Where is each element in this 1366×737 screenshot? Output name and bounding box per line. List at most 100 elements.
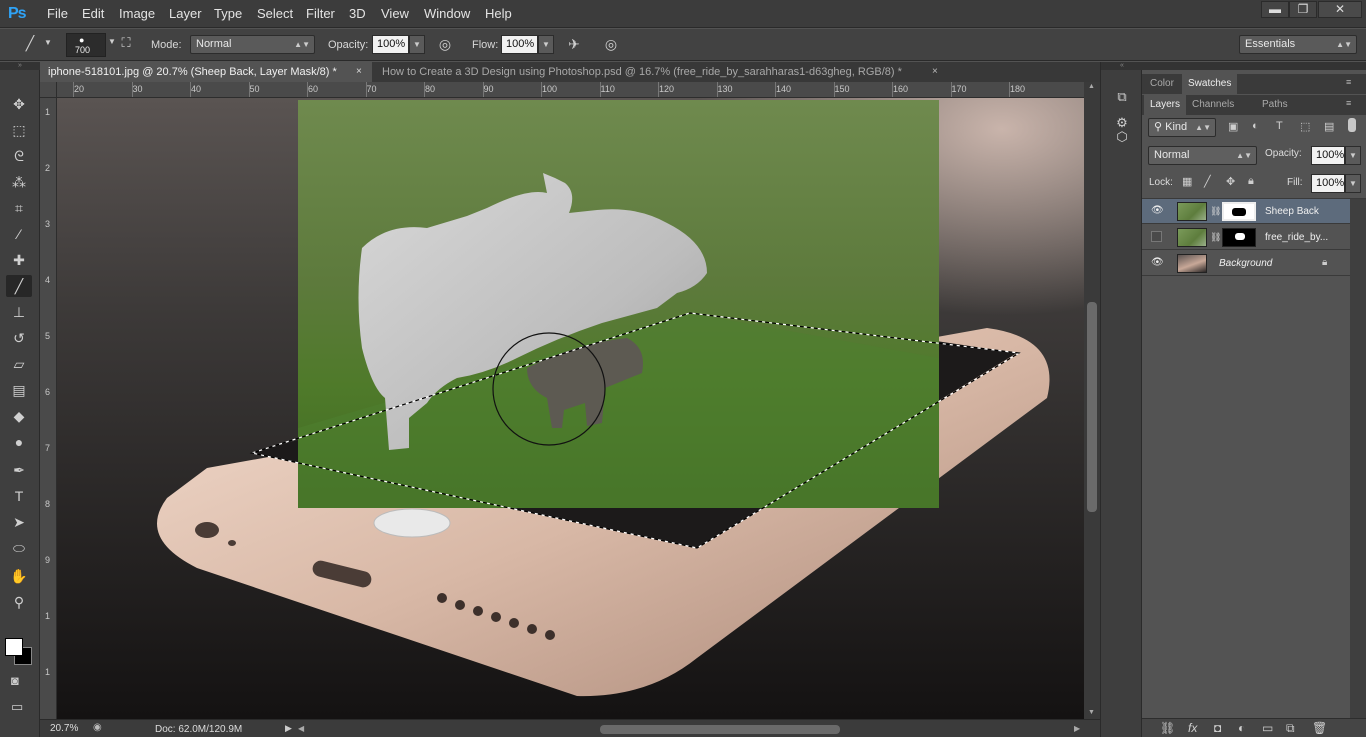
layers-scrollbar[interactable] bbox=[1350, 199, 1366, 718]
crop-tool-icon[interactable]: ⌗ bbox=[6, 197, 32, 219]
filter-smart-object-icon[interactable]: ▤ bbox=[1324, 120, 1334, 133]
brush-preset-icon[interactable]: ╱ bbox=[20, 35, 40, 52]
layer-blend-mode-dropdown[interactable]: Normal ▲▼ bbox=[1148, 146, 1257, 165]
toolbox-collapse-icon[interactable]: » bbox=[0, 62, 40, 70]
history-brush-tool-icon[interactable]: ↺ bbox=[6, 327, 32, 349]
minimize-button[interactable]: ▬ bbox=[1261, 1, 1289, 18]
workspace-dropdown[interactable]: Essentials ▲▼ bbox=[1239, 35, 1357, 54]
menu-type[interactable]: Type bbox=[214, 6, 242, 21]
add-mask-icon[interactable]: ◘ bbox=[1214, 721, 1221, 735]
layer-mask-thumbnail[interactable] bbox=[1222, 202, 1256, 221]
new-layer-icon[interactable]: ⧉ bbox=[1286, 721, 1295, 736]
filter-toggle[interactable] bbox=[1348, 118, 1356, 132]
zoom-level[interactable]: 20.7% bbox=[50, 723, 78, 734]
screen-mode-icon[interactable]: ▭ bbox=[11, 699, 23, 715]
lasso-tool-icon[interactable]: ᘓ bbox=[6, 145, 32, 167]
close-tab-icon[interactable]: × bbox=[932, 62, 938, 82]
filter-shape-icon[interactable]: ⬚ bbox=[1300, 120, 1310, 133]
panel-menu-icon[interactable]: ≡ bbox=[1346, 98, 1351, 108]
layer-opacity-dropdown-button[interactable]: ▼ bbox=[1345, 146, 1361, 165]
ellipse-tool-icon[interactable]: ⬭ bbox=[6, 537, 32, 559]
dock-collapse-icon[interactable]: « bbox=[1101, 62, 1143, 70]
menu-window[interactable]: Window bbox=[424, 6, 470, 21]
airbrush-icon[interactable]: ✈ bbox=[565, 36, 583, 53]
tab-layers[interactable]: Layers bbox=[1144, 95, 1187, 115]
flow-dropdown-button[interactable]: ▼ bbox=[538, 35, 554, 54]
flow-field[interactable]: 100% bbox=[501, 35, 538, 54]
menu-file[interactable]: File bbox=[47, 6, 68, 21]
scroll-down-icon[interactable]: ▼ bbox=[1088, 709, 1095, 716]
tab-channels[interactable]: Channels bbox=[1186, 95, 1240, 115]
lock-transparent-icon[interactable]: ▦ bbox=[1182, 175, 1192, 188]
opacity-dropdown-button[interactable]: ▼ bbox=[409, 35, 425, 54]
path-select-tool-icon[interactable]: ➤ bbox=[6, 511, 32, 533]
filter-pixel-icon[interactable]: ▣ bbox=[1228, 120, 1238, 133]
filter-type-icon[interactable]: T bbox=[1276, 120, 1283, 132]
vertical-scrollbar[interactable]: ▲ ▼ bbox=[1084, 82, 1100, 719]
document-canvas[interactable] bbox=[57, 98, 1084, 719]
chevron-down-icon[interactable]: ▼ bbox=[108, 37, 116, 46]
fill-dropdown-button[interactable]: ▼ bbox=[1345, 174, 1361, 193]
type-tool-icon[interactable]: T bbox=[6, 485, 32, 507]
layer-name[interactable]: free_ride_by... bbox=[1265, 232, 1328, 243]
lock-pixels-icon[interactable]: ╱ bbox=[1204, 175, 1211, 188]
trash-icon[interactable]: 🗑︎ bbox=[1312, 721, 1327, 735]
marquee-tool-icon[interactable]: ⬚ bbox=[6, 119, 32, 141]
eraser-tool-icon[interactable]: ▱ bbox=[6, 353, 32, 375]
dodge-tool-icon[interactable]: ● bbox=[6, 431, 32, 453]
opacity-field[interactable]: 100% bbox=[372, 35, 409, 54]
menu-3d[interactable]: 3D bbox=[349, 6, 366, 21]
layer-row-free-ride[interactable]: ⛓ free_ride_by... bbox=[1142, 225, 1350, 250]
layer-row-sheep-back[interactable]: 👁︎ ⛓ Sheep Back bbox=[1142, 199, 1350, 224]
chevron-down-icon[interactable]: ▼ bbox=[44, 38, 52, 47]
close-window-button[interactable]: ✕ bbox=[1318, 1, 1362, 18]
tab-3d-design-document[interactable]: How to Create a 3D Design using Photosho… bbox=[374, 62, 946, 82]
menu-edit[interactable]: Edit bbox=[82, 6, 104, 21]
vertical-scroll-thumb[interactable] bbox=[1087, 302, 1097, 512]
menu-select[interactable]: Select bbox=[257, 6, 293, 21]
lock-position-icon[interactable]: ✥ bbox=[1226, 175, 1235, 188]
adjustment-layer-icon[interactable]: ◐ bbox=[1238, 721, 1245, 735]
menu-layer[interactable]: Layer bbox=[169, 6, 202, 21]
tab-paths[interactable]: Paths bbox=[1256, 95, 1294, 115]
pressure-size-icon[interactable]: ◎ bbox=[602, 36, 620, 53]
layer-filter-dropdown[interactable]: ⚲ Kind ▲▼ bbox=[1148, 118, 1216, 137]
brush-tool-icon[interactable]: ╱ bbox=[6, 275, 32, 297]
ruler-origin[interactable] bbox=[40, 82, 57, 98]
clone-stamp-tool-icon[interactable]: ⊥ bbox=[6, 301, 32, 323]
quick-mask-icon[interactable]: ◙ bbox=[11, 673, 19, 688]
scroll-left-icon[interactable]: ◀ bbox=[298, 724, 304, 733]
layer-name[interactable]: Sheep Back bbox=[1265, 206, 1319, 217]
link-layers-icon[interactable]: ⛓ bbox=[1160, 721, 1175, 735]
visibility-off-box[interactable] bbox=[1151, 231, 1162, 242]
link-icon[interactable]: ⛓ bbox=[1210, 206, 1221, 217]
brush-panel-toggle-icon[interactable]: ⛶ bbox=[117, 35, 135, 51]
lock-all-icon[interactable]: 🔒︎ bbox=[1248, 175, 1254, 188]
layer-mask-thumbnail[interactable] bbox=[1222, 228, 1256, 247]
3d-panel-icon[interactable]: ⬡ bbox=[1111, 126, 1133, 148]
panel-menu-icon[interactable]: ≡ bbox=[1346, 77, 1351, 87]
menu-help[interactable]: Help bbox=[485, 6, 512, 21]
blur-tool-icon[interactable]: ◆ bbox=[6, 405, 32, 427]
eye-icon[interactable]: 👁︎ bbox=[1151, 205, 1164, 216]
move-tool-icon[interactable]: ✥ bbox=[6, 93, 32, 115]
layer-name[interactable]: Background bbox=[1219, 258, 1272, 269]
menu-filter[interactable]: Filter bbox=[306, 6, 335, 21]
horizontal-scroll-thumb[interactable] bbox=[600, 725, 840, 734]
new-group-icon[interactable]: ▭ bbox=[1262, 721, 1273, 735]
status-menu-icon[interactable]: ◉ bbox=[93, 722, 102, 733]
scroll-right-icon[interactable]: ▶ bbox=[1074, 724, 1080, 733]
status-arrow-icon[interactable]: ▶ bbox=[285, 723, 292, 734]
brush-size-picker[interactable]: ● 700 bbox=[66, 33, 106, 57]
horizontal-ruler[interactable]: 20 30 40 50 60 70 80 90 100 110 120 130 140 150 160 170… bbox=[57, 82, 1084, 98]
fx-icon[interactable]: fx bbox=[1188, 721, 1197, 735]
restore-button[interactable]: ❐ bbox=[1289, 1, 1317, 18]
mode-dropdown[interactable]: Normal ▲▼ bbox=[190, 35, 315, 54]
vertical-ruler[interactable]: 1 2 3 4 5 6 7 8 9 1 1 bbox=[40, 98, 57, 719]
filter-adjustment-icon[interactable]: ◐ bbox=[1252, 120, 1259, 132]
link-icon[interactable]: ⛓ bbox=[1210, 232, 1221, 243]
pressure-opacity-icon[interactable]: ◎ bbox=[436, 36, 454, 53]
tab-iphone-document[interactable]: iphone-518101.jpg @ 20.7% (Sheep Back, L… bbox=[40, 62, 372, 82]
healing-brush-tool-icon[interactable]: ✚ bbox=[6, 249, 32, 271]
layer-opacity-field[interactable]: 100% bbox=[1311, 146, 1345, 165]
